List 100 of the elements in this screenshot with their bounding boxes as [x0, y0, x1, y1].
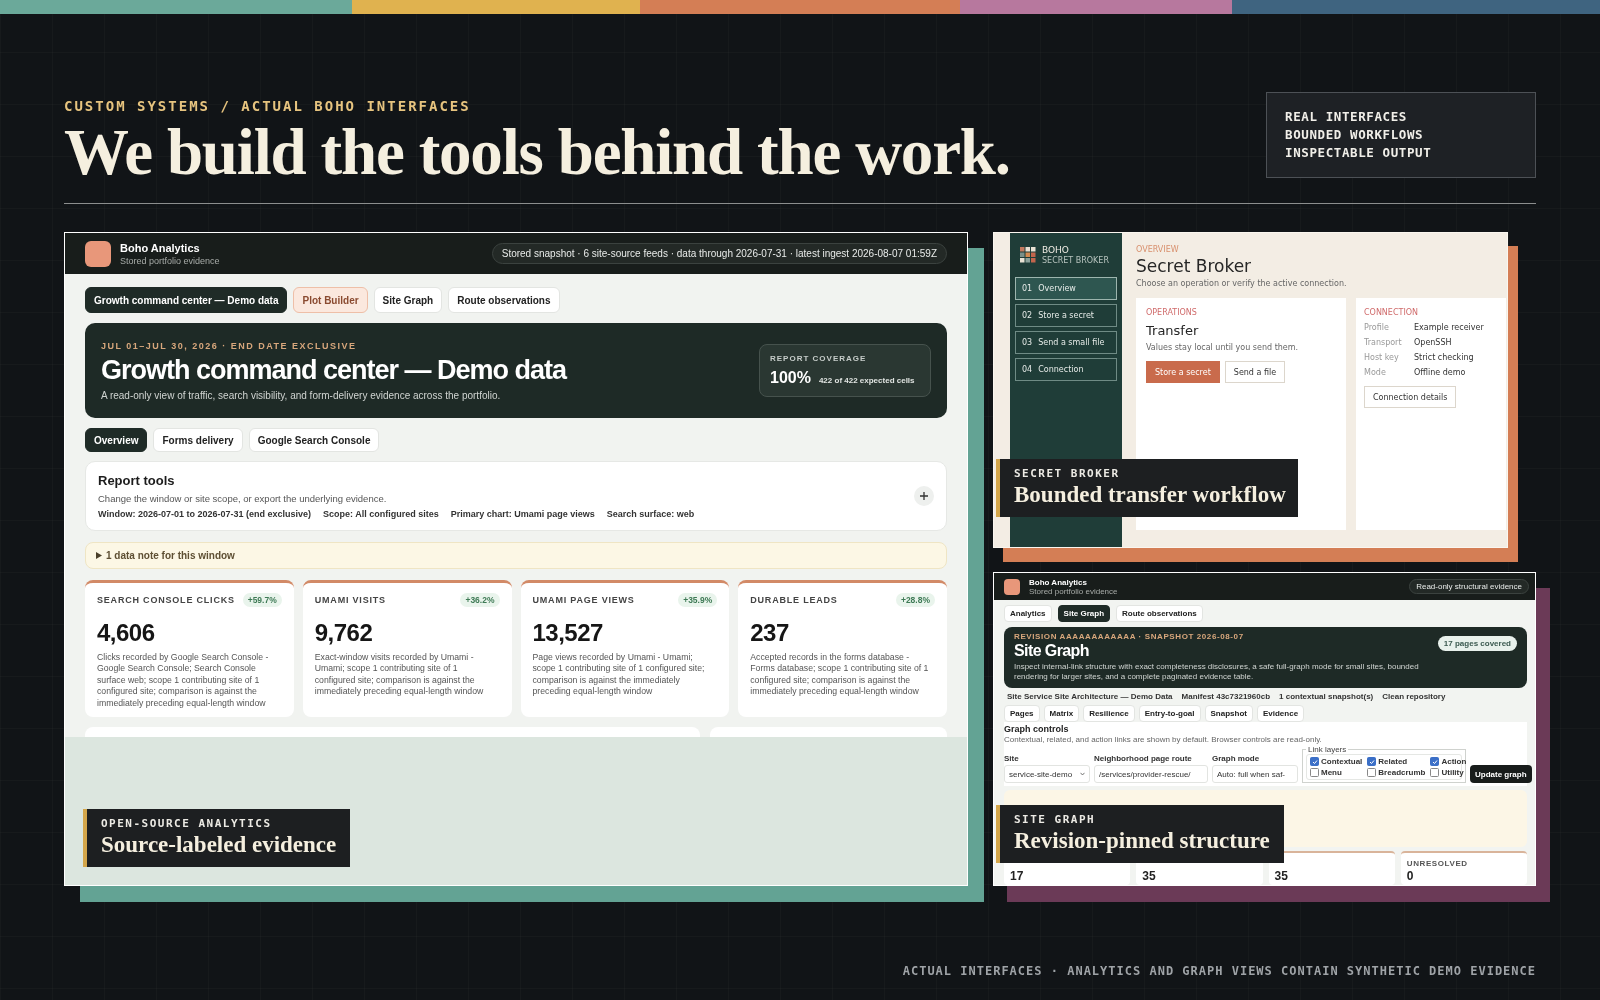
checkbox-label: Utility	[1441, 768, 1464, 777]
metric-label: UMAMI PAGE VIEWS	[532, 595, 635, 605]
view-tab[interactable]: Overview	[85, 428, 148, 452]
app-name: Boho Analytics	[120, 241, 201, 254]
change-badge: +59.7%	[242, 593, 282, 607]
brand-name: BOHO	[1042, 245, 1070, 255]
app-name: Boho Analytics	[1029, 577, 1088, 587]
meta-text: Clean repository	[1382, 692, 1446, 701]
nav-tab[interactable]: Site Graph	[373, 287, 443, 313]
view-tab[interactable]: Evidence	[1256, 705, 1305, 722]
nav-tab[interactable]: Plot Builder	[293, 287, 368, 313]
revision-label: REVISION AAAAAAAAAAAA · SNAPSHOT 2026-08-07	[1014, 632, 1245, 641]
nav-tab[interactable]: Route observations	[1116, 605, 1203, 622]
field-label: Transport	[1364, 338, 1403, 347]
coverage-value: 100%	[770, 369, 811, 387]
caption-eyebrow: SITE GRAPH	[1014, 813, 1097, 826]
metric-label: DURABLE LEADS	[750, 595, 838, 605]
sidebar-item[interactable]: 03 Send a small file	[1015, 331, 1117, 354]
checkbox[interactable]	[1310, 768, 1319, 777]
chevron-down-icon	[1080, 772, 1085, 776]
field-label: Mode	[1364, 368, 1387, 377]
nav-tab[interactable]: Analytics	[1004, 605, 1052, 622]
view-tab[interactable]: Matrix	[1043, 705, 1080, 722]
view-tab[interactable]: Pages	[1004, 705, 1040, 722]
hero-description: A read-only view of traffic, search visibility, and form-delivery evidence across the portfolio.	[101, 389, 502, 401]
hero-title: Site Graph	[1014, 642, 1090, 660]
checkbox[interactable]	[1310, 757, 1319, 766]
field-value: Offline demo	[1414, 368, 1466, 377]
card-description: Contextual, related, and action links are shown by default. Browser controls are read-only.	[1004, 735, 1323, 744]
caption-eyebrow: SECRET BROKER	[1014, 467, 1121, 480]
connection-details-button[interactable]: Connection details	[1364, 386, 1457, 408]
plus-icon	[920, 492, 928, 500]
sidebar-item[interactable]: 01 Overview	[1015, 277, 1117, 300]
nav-tab[interactable]: Growth command center — Demo data	[85, 287, 288, 313]
stat-value: 35	[1142, 869, 1157, 883]
field-label: Graph mode	[1212, 754, 1261, 763]
stat-value: 35	[1274, 869, 1289, 883]
change-badge: +28.8%	[895, 593, 935, 607]
date-range: JUL 01–JUL 30, 2026 · END DATE EXCLUSIVE	[101, 340, 358, 351]
caption-title: Bounded transfer workflow	[1014, 482, 1286, 508]
sidebar-item[interactable]: 04 Connection	[1015, 358, 1117, 381]
view-tab[interactable]: Snapshot	[1204, 705, 1253, 722]
graph-mode-select[interactable]: Auto: full when saf-	[1212, 765, 1298, 783]
section-eyebrow: OVERVIEW	[1136, 245, 1180, 254]
metric-description: Accepted records in the forms database - Forms database; scope 1 contributing site of 1 configured site; comparison is against the immediately preceding equal-length window	[750, 652, 930, 698]
view-tab[interactable]: Entry-to-goal	[1138, 705, 1201, 722]
metric-description: Exact-window visits recorded by Umami - Umami; scope 1 contributing site of 1 configured site; comparison is against the immediately preceding equal-length window	[314, 652, 485, 698]
checkbox-label: Contextual	[1321, 757, 1363, 766]
checkbox[interactable]	[1430, 757, 1440, 766]
update-graph-button[interactable]: Update graph	[1470, 765, 1532, 783]
headline: We build the tools behind the work.	[64, 120, 1010, 185]
card-description: Values stay local until you send them.	[1146, 343, 1300, 352]
card-eyebrow: OPERATIONS	[1146, 308, 1198, 317]
metric-label: UMAMI VISITS	[314, 595, 386, 605]
action-button[interactable]: Store a secret	[1146, 361, 1220, 383]
card-title: Report tools	[98, 473, 176, 488]
caption-title: Revision-pinned structure	[1014, 828, 1270, 854]
checkbox[interactable]	[1430, 768, 1440, 777]
meta-text: 1 contextual snapshot(s)	[1279, 692, 1374, 701]
filter-summary: Search surface: web	[606, 509, 695, 519]
nav-tab[interactable]: Site Graph	[1057, 605, 1111, 622]
checkbox[interactable]	[1367, 757, 1377, 766]
view-tab[interactable]: Google Search Console	[248, 428, 380, 452]
route-input[interactable]: /services/provider-rescue/	[1094, 765, 1208, 783]
sidebar-item[interactable]: 02 Store a secret	[1015, 304, 1117, 327]
card-title: Graph controls	[1004, 724, 1070, 734]
field-value: OpenSSH	[1414, 338, 1452, 347]
filter-summary: Scope: All configured sites	[323, 509, 439, 519]
expand-button[interactable]	[914, 486, 934, 506]
stat-value: 17	[1010, 869, 1025, 883]
metric-description: Clicks recorded by Google Search Console - Google Search Console; Search Console surface web; scope 1 contributing site of 1 configured site; comparison is against the immediately preceding equal-length window	[97, 652, 270, 710]
filter-summary: Window: 2026-07-01 to 2026-07-31 (end exclusive)	[98, 509, 311, 519]
site-select[interactable]: service-site-demo	[1004, 765, 1090, 783]
action-button[interactable]: Send a file	[1224, 361, 1286, 383]
nav-tab[interactable]: Route observations	[448, 287, 560, 313]
eyebrow: CUSTOM SYSTEMS / ACTUAL BOHO INTERFACES	[64, 98, 472, 114]
card-title: Transfer	[1146, 323, 1200, 338]
highlight-text: REAL INTERFACES	[1285, 108, 1408, 126]
checkbox-label: Breadcrumb	[1378, 768, 1426, 777]
page-description: Choose an operation or verify the active connection.	[1136, 279, 1348, 288]
change-badge: +36.2%	[460, 593, 500, 607]
change-badge: +35.9%	[678, 593, 718, 607]
view-tab[interactable]: Resilience	[1083, 705, 1135, 722]
metric-value: 4,606	[97, 619, 156, 647]
checkbox[interactable]	[1367, 768, 1377, 777]
data-note-disclosure[interactable]: 1 data note for this window	[85, 542, 947, 569]
caption-title: Source-labeled evidence	[101, 832, 337, 858]
app-subtitle: Stored portfolio evidence	[120, 255, 220, 266]
metric-label: SEARCH CONSOLE CLICKS	[97, 595, 235, 605]
view-tab[interactable]: Forms delivery	[153, 428, 243, 452]
coverage-detail: 422 of 422 expected cells	[818, 376, 915, 385]
field-label: Host key	[1364, 353, 1400, 362]
status-pill: Stored snapshot · 6 site-source feeds · data through 2026-07-31 · latest ingest 2026-08-07 01:59Z	[491, 243, 947, 264]
footer-note: ACTUAL INTERFACES · ANALYTICS AND GRAPH VIEWS CONTAIN SYNTHETIC DEMO EVIDENCE	[902, 964, 1536, 978]
filter-summary: Primary chart: Umami page views	[450, 509, 595, 519]
checkbox-label: Action	[1441, 757, 1467, 766]
meta-text: Site Service Site Architecture — Demo Data	[1007, 692, 1173, 701]
field-label: Neighborhood page route	[1094, 754, 1193, 763]
app-logo-icon	[85, 240, 111, 267]
caption-eyebrow: OPEN-SOURCE ANALYTICS	[101, 817, 273, 830]
